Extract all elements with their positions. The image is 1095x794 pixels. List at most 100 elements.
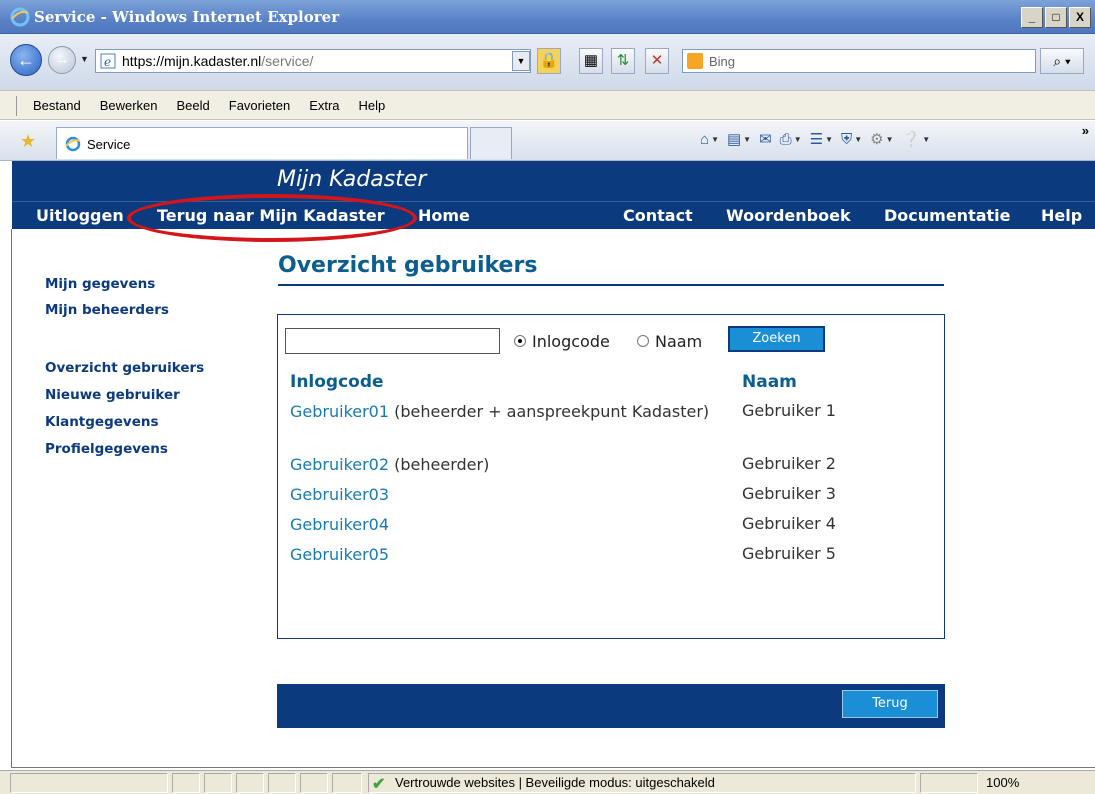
page-icon: e [100,53,116,69]
home-icon[interactable]: ⌂ [700,131,709,148]
print-icon[interactable]: ⎙ [780,131,792,148]
radio-naam[interactable] [637,335,649,347]
table-row: Gebruiker04 [290,514,720,536]
radio-label-naam[interactable]: Naam [655,332,702,351]
sidebar-item-nieuwe-gebruiker[interactable]: Nieuwe gebruiker [45,387,180,403]
user-link[interactable]: Gebruiker01 [290,402,389,421]
user-note: (beheerder + aanspreekpunt Kadaster) [394,402,710,421]
sidebar-item-klantgegevens[interactable]: Klantgegevens [45,414,159,430]
menu-bar: Bestand Bewerken Beeld Favorieten Extra … [0,90,1095,120]
tab-bar: ★ Service ⌂ ▼ ▤ ▼ ✉ ⎙ ▼ ☰ ▼ ⛨ ▼ ⚙ ▼ ❔ ▼ » [0,121,1095,161]
status-cell [236,773,264,793]
safety-icon[interactable]: ⛨ [841,131,852,148]
maximize-button[interactable]: □ [1045,7,1067,28]
forward-button[interactable]: → [48,46,76,74]
window-title-bar: Service - Windows Internet Explorer _ □ … [0,0,1095,34]
stop-icon[interactable]: ✕ [645,48,669,74]
address-toolbar: ← → ▼ e https://mijn.kadaster.nl/service… [0,34,1095,90]
table-row: Gebruiker01 (beheerder + aanspreekpunt K… [290,401,720,423]
svg-text:e: e [104,55,111,69]
nav-documentatie[interactable]: Documentatie [884,206,1011,225]
red-highlight-annotation [127,194,417,242]
internet-explorer-icon [65,136,81,152]
nav-contact[interactable]: Contact [623,206,693,225]
toolbar-grip [16,96,18,116]
internet-explorer-icon [10,7,30,27]
security-zone-status[interactable]: Vertrouwde websites | Beveiligde modus: … [368,773,916,793]
status-cell [172,773,200,793]
search-input[interactable]: Bing [682,49,1036,73]
back-button[interactable]: ← [10,44,42,76]
user-name: Gebruiker 3 [742,484,836,503]
sidebar-item-overzicht-gebruikers[interactable]: Overzicht gebruikers [45,360,204,376]
page-bottom-border [11,767,1095,768]
page-menu-icon[interactable]: ☰ [810,130,823,148]
help-icon[interactable]: ❔ [902,130,921,148]
search-placeholder: Bing [709,54,736,69]
sidebar-item-mijn-gegevens[interactable]: Mijn gegevens [45,276,155,292]
zoeken-button[interactable]: Zoeken [728,326,825,352]
radio-label-inlogcode[interactable]: Inlogcode [532,332,610,351]
table-row: Gebruiker03 [290,484,720,506]
status-cell [300,773,328,793]
menu-beeld[interactable]: Beeld [177,98,210,113]
user-search-input[interactable] [285,328,500,354]
menu-bestand[interactable]: Bestand [33,98,81,113]
sidebar-item-profielgegevens[interactable]: Profielgegevens [45,441,168,457]
user-link[interactable]: Gebruiker03 [290,485,389,504]
page-left-border [11,229,12,767]
page-title: Overzicht gebruikers [278,253,538,278]
table-row: Gebruiker05 [290,544,720,566]
tab-service[interactable]: Service [56,127,468,159]
favorites-star-icon[interactable]: ★ [20,131,36,152]
menu-extra[interactable]: Extra [309,98,339,113]
nav-woordenboek[interactable]: Woordenboek [726,206,851,225]
user-name: Gebruiker 5 [742,544,836,563]
new-tab-button[interactable] [470,127,512,159]
users-panel [277,314,945,639]
refresh-icon[interactable]: ⇅ [611,48,635,74]
sidebar-item-mijn-beheerders[interactable]: Mijn beheerders [45,302,169,318]
user-link[interactable]: Gebruiker05 [290,545,389,564]
radio-inlogcode[interactable] [514,335,526,347]
user-link[interactable]: Gebruiker04 [290,515,389,534]
history-dropdown-icon[interactable]: ▼ [80,54,89,64]
column-header-naam: Naam [742,372,797,392]
protected-mode-icon[interactable] [920,773,978,793]
search-icon: ⌕ [1053,53,1062,69]
mail-icon[interactable]: ✉ [759,130,772,148]
more-chevron-icon[interactable]: » [1082,123,1089,138]
site-brand: Mijn Kadaster [277,167,427,192]
menu-help[interactable]: Help [359,98,386,113]
feeds-icon[interactable]: ▤ [727,130,741,148]
tab-title: Service [87,137,131,152]
zoom-level[interactable]: 100% [986,775,1019,790]
user-name: Gebruiker 1 [742,401,836,420]
terug-button[interactable]: Terug [842,690,938,718]
table-row: Gebruiker02 (beheerder) [290,454,720,476]
menu-bewerken[interactable]: Bewerken [100,98,158,113]
menu-favorieten[interactable]: Favorieten [229,98,290,113]
status-text-cell [10,773,168,793]
user-name: Gebruiker 4 [742,514,836,533]
address-input[interactable]: e https://mijn.kadaster.nl/service/ [95,49,531,73]
user-name: Gebruiker 2 [742,454,836,473]
bing-icon [687,53,703,69]
status-cell [204,773,232,793]
nav-uitloggen[interactable]: Uitloggen [36,206,124,225]
tools-gear-icon[interactable]: ⚙ [870,130,883,148]
close-button[interactable]: X [1069,7,1091,28]
nav-home[interactable]: Home [418,206,470,225]
site-header: Mijn Kadaster [12,161,1095,201]
search-button[interactable]: ⌕ ▾ [1040,48,1084,74]
url-path: /service/ [261,53,314,69]
user-link[interactable]: Gebruiker02 [290,455,389,474]
status-bar: ✔ Vertrouwde websites | Beveiligde modus… [0,770,1095,794]
lock-icon[interactable]: 🔒 [537,48,561,74]
url-host: https://mijn.kadaster.nl [122,53,262,69]
compatibility-view-icon[interactable]: ▦ [579,48,603,74]
user-note: (beheerder) [394,455,490,474]
address-dropdown-icon[interactable]: ▼ [512,51,530,71]
minimize-button[interactable]: _ [1021,7,1043,28]
nav-help[interactable]: Help [1041,206,1082,225]
